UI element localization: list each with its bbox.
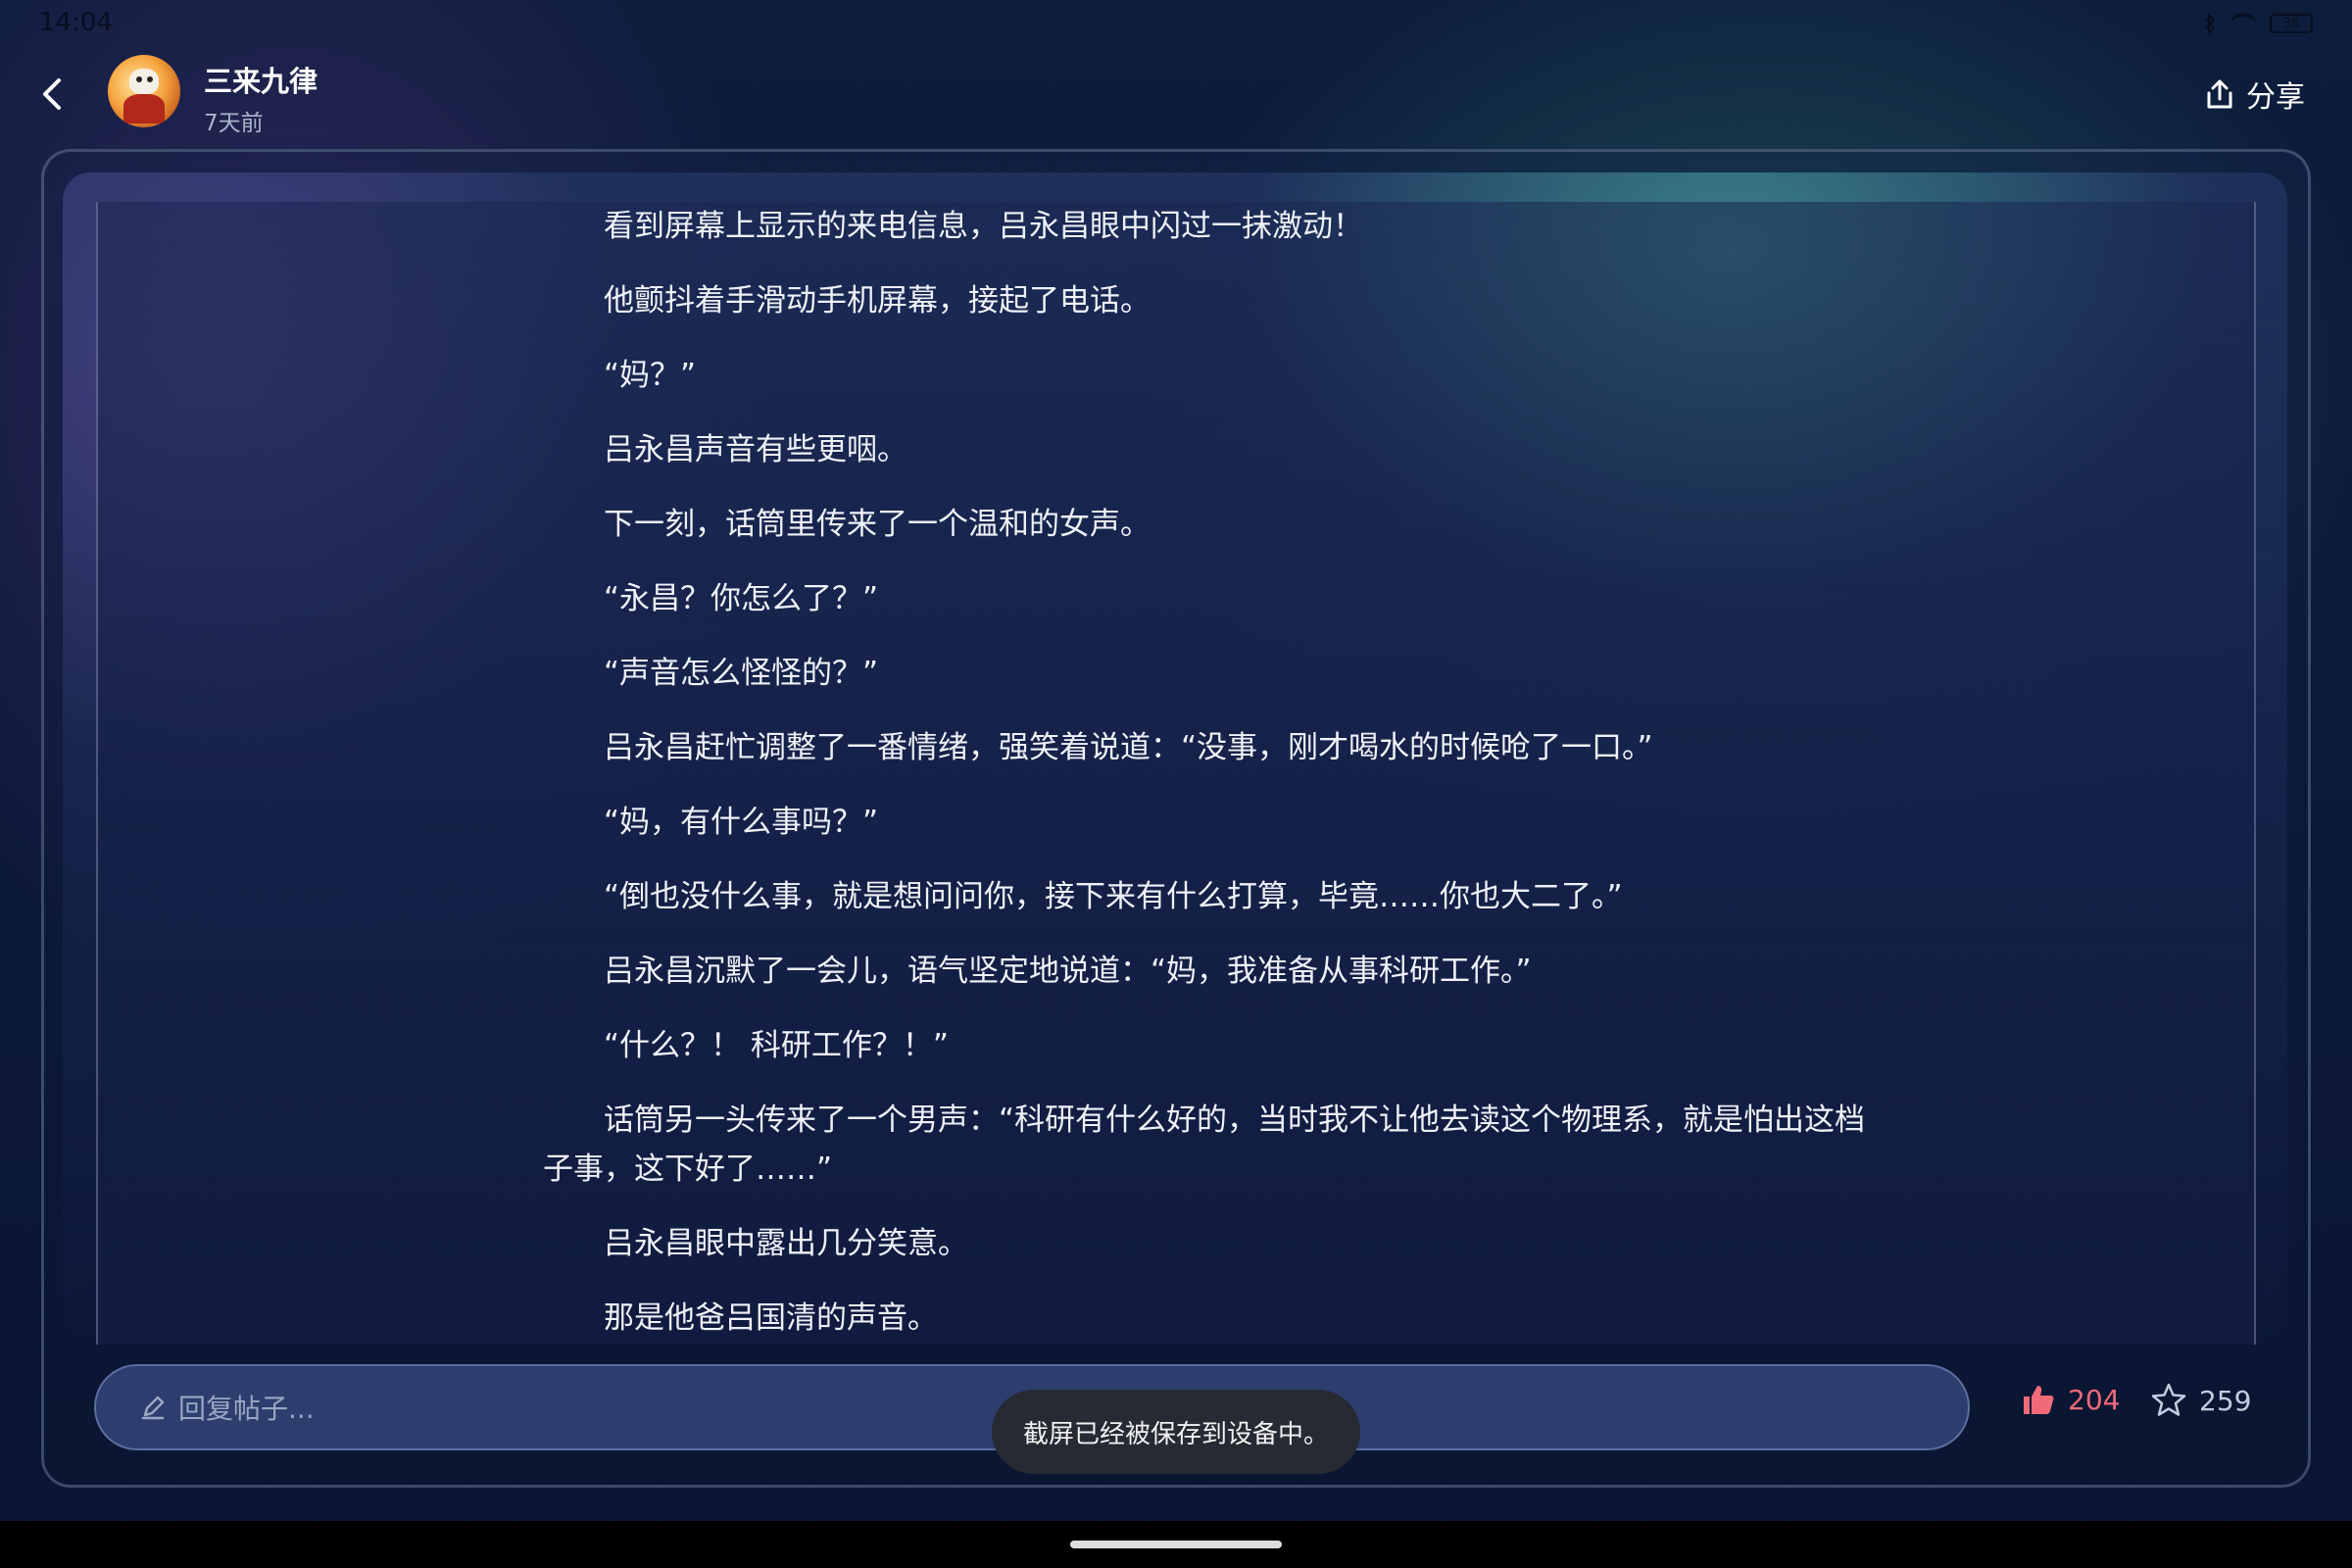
paragraph: “什么？！ 科研工作？！” xyxy=(604,1028,949,1063)
paragraph: “永昌？你怎么了？” xyxy=(604,581,879,616)
paragraph-list: 看到屏幕上显示的来电信息，吕永昌眼中闪过一抹激动！ 他颤抖着手滑动手机屏幕，接起… xyxy=(543,202,1895,1345)
paragraph: 吕永昌赶忙调整了一番情绪，强笑着说道：“没事，刚才喝水的时候呛了一口。” xyxy=(604,730,1653,765)
back-button[interactable] xyxy=(33,74,73,114)
status-icons: 38 xyxy=(2203,12,2313,35)
pencil-icon xyxy=(141,1396,165,1420)
home-indicator[interactable] xyxy=(1070,1541,1282,1548)
paragraph: 话筒另一头传来了一个男声：“科研有什么好的，当时我不让他去读这个物理系，就是怕出… xyxy=(543,1102,1866,1187)
post-time: 7天前 xyxy=(204,111,264,136)
paragraph: 下一刻，话筒里传来了一个温和的女声。 xyxy=(604,507,1151,542)
paragraph: 那是他爸吕国清的声音。 xyxy=(604,1300,938,1336)
paragraph: 吕永昌沉默了一会儿，语气坚定地说道：“妈，我准备从事科研工作。” xyxy=(604,954,1532,989)
toast-message: 截屏已经被保存到设备中。 xyxy=(992,1390,1360,1474)
navigation-bar xyxy=(0,1521,2352,1568)
paragraph: “妈，有什么事吗？” xyxy=(604,805,879,840)
like-button[interactable]: 204 xyxy=(2021,1382,2120,1417)
paragraph: 吕永昌声音有些更咽。 xyxy=(604,432,907,467)
favorite-button[interactable]: 259 xyxy=(2150,1382,2251,1419)
chevron-left-icon xyxy=(43,78,61,110)
battery-icon: 38 xyxy=(2270,14,2313,33)
thumbs-up-icon xyxy=(2024,1386,2054,1414)
paragraph: “倒也没什么事，就是想问问你，接下来有什么打算，毕竟……你也大二了。” xyxy=(604,879,1623,914)
author-name[interactable]: 三来九律 xyxy=(204,59,318,100)
reply-placeholder: 回复帖子... xyxy=(178,1393,315,1425)
share-label: 分享 xyxy=(2246,80,2305,115)
wifi-icon xyxy=(2230,13,2256,34)
avatar[interactable] xyxy=(108,55,180,127)
like-count: 204 xyxy=(2068,1383,2121,1416)
share-icon xyxy=(2207,79,2232,109)
status-time: 14:04 xyxy=(39,8,113,37)
paragraph: 吕永昌眼中露出几分笑意。 xyxy=(604,1226,968,1261)
status-bar: 14:04 38 xyxy=(0,0,2352,47)
star-icon xyxy=(2151,1383,2186,1416)
bluetooth-icon xyxy=(2203,12,2217,35)
post-body[interactable]: 看到屏幕上显示的来电信息，吕永昌眼中闪过一抹激动！ 他颤抖着手滑动手机屏幕，接起… xyxy=(96,202,2256,1345)
favorite-count: 259 xyxy=(2199,1384,2252,1417)
share-button[interactable]: 分享 xyxy=(2203,73,2305,116)
paragraph: 他颤抖着手滑动手机屏幕，接起了电话。 xyxy=(604,283,1151,318)
paragraph: 看到屏幕上显示的来电信息，吕永昌眼中闪过一抹激动！ xyxy=(604,209,1363,244)
paragraph: “妈？” xyxy=(604,358,697,393)
paragraph: “声音怎么怪怪的？” xyxy=(604,656,879,691)
